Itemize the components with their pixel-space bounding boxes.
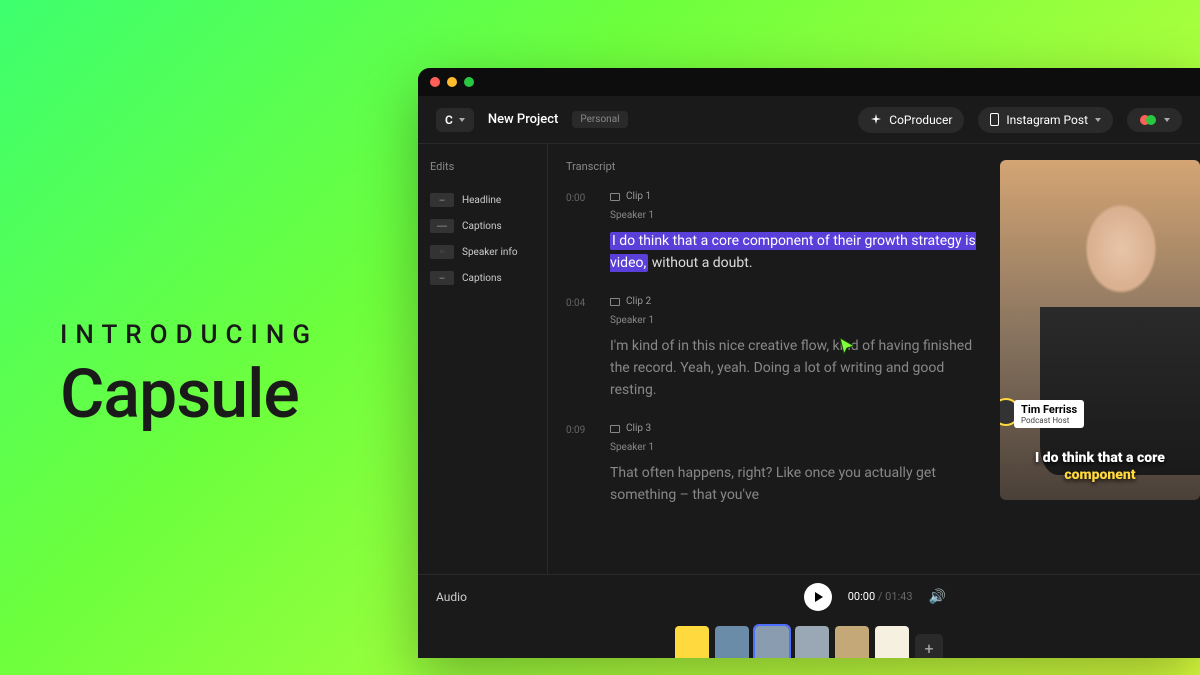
transcript-panel: Transcript 0:00 Clip 1 Speaker 1 I do th… — [548, 144, 1000, 574]
captions-thumb-icon: ▬ — [430, 271, 454, 285]
current-time: 00:00 — [848, 590, 875, 603]
speaker-label: Speaker 1 — [610, 210, 982, 221]
workspace-letter: C — [445, 113, 453, 127]
play-icon — [815, 592, 823, 602]
headline-thumb-icon: ▬ — [430, 193, 454, 207]
sidebar-item-label: Speaker info — [462, 247, 518, 258]
clip-strip: + — [418, 618, 1200, 658]
maximize-icon[interactable] — [464, 77, 474, 87]
play-button[interactable] — [804, 583, 832, 611]
format-selector[interactable]: Instagram Post — [978, 107, 1113, 133]
video-preview[interactable]: Tim Ferriss Podcast Host I do think that… — [1000, 160, 1200, 500]
timestamp: 0:09 — [566, 423, 596, 506]
speaker-thumb-icon: ▭ — [430, 245, 454, 259]
hero-text: INTRODUCING Capsule — [60, 320, 318, 434]
chevron-down-icon — [459, 118, 465, 122]
clip-thumbnail[interactable] — [875, 626, 909, 658]
transcript-clip[interactable]: 0:04 Clip 2 Speaker 1 I'm kind of in thi… — [566, 296, 982, 401]
hero-title: Capsule — [60, 354, 318, 434]
hero-intro: INTRODUCING — [60, 320, 318, 350]
clip-thumbnail[interactable] — [835, 626, 869, 658]
speaker-label: Speaker 1 — [610, 315, 982, 326]
transcript-clip[interactable]: 0:00 Clip 1 Speaker 1 I do think that a … — [566, 191, 982, 274]
add-clip-button[interactable]: + — [915, 634, 943, 658]
minimize-icon[interactable] — [447, 77, 457, 87]
toolbar: C New Project Personal CoProducer Instag… — [418, 96, 1200, 144]
clip-thumbnail[interactable] — [675, 626, 709, 658]
speaker-role: Podcast Host — [1021, 416, 1077, 425]
transcript-header: Transcript — [566, 160, 982, 173]
sidebar-item-headline[interactable]: ▬ Headline — [430, 187, 535, 213]
format-label: Instagram Post — [1006, 113, 1088, 127]
edits-sidebar: Edits ▬ Headline ▬▬ Captions ▭ Speaker info… — [418, 144, 548, 574]
transcript-text[interactable]: I do think that a core component of thei… — [610, 231, 982, 274]
transcript-text[interactable]: That often happens, right? Like once you… — [610, 463, 982, 506]
project-badge: Personal — [572, 111, 627, 128]
close-icon[interactable] — [430, 77, 440, 87]
audio-label: Audio — [436, 590, 467, 604]
speaker-nametag: Tim Ferriss Podcast Host — [1014, 400, 1084, 428]
sidebar-item-label: Headline — [462, 195, 501, 206]
sidebar-item-label: Captions — [462, 273, 502, 284]
coproducer-button[interactable]: CoProducer — [858, 107, 964, 133]
sidebar-header: Edits — [430, 160, 535, 173]
transcript-clip[interactable]: 0:09 Clip 3 Speaker 1 That often happens… — [566, 423, 982, 506]
timestamp: 0:00 — [566, 191, 596, 274]
phone-icon — [990, 113, 999, 126]
project-name[interactable]: New Project — [488, 112, 559, 127]
clip-label: Clip 3 — [610, 423, 982, 434]
workspace-switcher[interactable]: C — [436, 108, 474, 132]
clip-label: Clip 2 — [610, 296, 982, 307]
theme-icon — [1139, 114, 1157, 126]
timestamp: 0:04 — [566, 296, 596, 401]
sidebar-item-speaker-info[interactable]: ▭ Speaker info — [430, 239, 535, 265]
speaker-label: Speaker 1 — [610, 442, 982, 453]
window-titlebar — [418, 68, 1200, 96]
duration: 01:43 — [885, 590, 912, 603]
chevron-down-icon — [1164, 118, 1170, 122]
caption-overlay: I do think that a core component — [1000, 450, 1200, 484]
theme-toggle[interactable] — [1127, 108, 1182, 132]
sidebar-item-label: Captions — [462, 221, 502, 232]
clip-thumbnail[interactable] — [715, 626, 749, 658]
transcript-text[interactable]: I'm kind of in this nice creative flow, … — [610, 336, 982, 401]
clip-icon — [610, 193, 620, 201]
sidebar-item-captions-2[interactable]: ▬ Captions — [430, 265, 535, 291]
app-window: C New Project Personal CoProducer Instag… — [418, 68, 1200, 658]
clip-label: Clip 1 — [610, 191, 982, 202]
captions-thumb-icon: ▬▬ — [430, 219, 454, 233]
clip-thumbnail-selected[interactable] — [755, 626, 789, 658]
volume-icon[interactable]: 🔊 — [929, 589, 946, 605]
clip-icon — [610, 425, 620, 433]
clip-icon — [610, 298, 620, 306]
clip-thumbnail[interactable] — [795, 626, 829, 658]
sidebar-item-captions[interactable]: ▬▬ Captions — [430, 213, 535, 239]
preview-subject — [1040, 185, 1200, 475]
time-display: 00:00 / 01:43 — [848, 590, 913, 603]
coproducer-label: CoProducer — [889, 113, 952, 127]
sparkle-icon — [870, 114, 882, 126]
chevron-down-icon — [1095, 118, 1101, 122]
cursor-icon — [838, 336, 858, 358]
speaker-name: Tim Ferriss — [1021, 403, 1077, 416]
audio-bar: Audio 00:00 / 01:43 🔊 — [418, 574, 1200, 618]
